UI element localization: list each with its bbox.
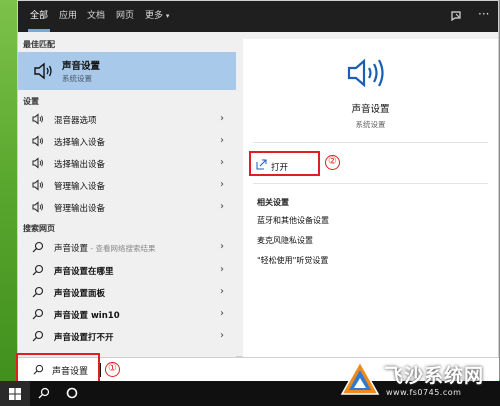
chevron-right-icon[interactable]: ›	[220, 286, 224, 297]
speaker-icon	[32, 201, 43, 213]
settings-item[interactable]: 选择输入设备 ›	[18, 131, 236, 152]
chevron-right-icon[interactable]: ›	[220, 308, 224, 319]
divider	[253, 183, 488, 184]
related-link-ease-of-access-hearing[interactable]: "轻松使用"听觉设置	[257, 255, 328, 266]
web-result-label: 声音设置面板	[54, 289, 106, 299]
web-result-query: 声音设置	[54, 244, 89, 254]
tab-more[interactable]: 更多 ▾	[145, 1, 169, 32]
watermark-text: 飞沙系统网	[384, 365, 485, 387]
annotation-box-search	[16, 353, 100, 384]
related-settings-heading: 相关设置	[257, 198, 289, 207]
preview-title: 声音设置	[351, 104, 390, 115]
chevron-right-icon[interactable]: ›	[220, 330, 224, 341]
annotation-number-2: ②	[325, 155, 340, 170]
search-panel: 全部 应用 文档 网页 更多 ▾ ··· 最佳匹配 声音设置 系统设置 设置 混…	[17, 0, 499, 357]
best-match-item[interactable]: 声音设置 系统设置	[18, 52, 236, 90]
speaker-icon	[32, 157, 43, 169]
settings-heading: 设置	[23, 97, 39, 106]
best-match-heading: 最佳匹配	[23, 40, 55, 49]
search-icon	[32, 308, 44, 320]
preview-pane: 声音设置 系统设置 打开 相关设置 蓝牙和其他设备设置 麦克风隐私设置 "轻松使…	[243, 39, 498, 357]
divider	[253, 142, 488, 143]
chevron-right-icon[interactable]: ›	[220, 241, 224, 252]
web-result-label: 声音设置 win10	[54, 311, 120, 321]
speaker-icon	[32, 179, 43, 191]
web-result-label: 声音设置 - 查看网络搜索结果	[54, 242, 156, 254]
taskbar-search-button[interactable]	[30, 381, 58, 406]
web-result-hint: - 查看网络搜索结果	[88, 244, 156, 253]
speaker-icon	[32, 135, 43, 147]
speaker-icon	[32, 113, 43, 125]
settings-item-label: 管理输出设备	[54, 204, 106, 214]
chevron-right-icon[interactable]: ›	[220, 113, 224, 124]
chevron-right-icon[interactable]: ›	[220, 157, 224, 168]
annotation-number-1: ①	[105, 362, 120, 377]
web-search-heading: 搜索网页	[23, 224, 55, 233]
speaker-icon	[34, 62, 52, 80]
settings-item-label: 混音器选项	[54, 116, 97, 126]
tab-web[interactable]: 网页	[116, 1, 134, 32]
web-result-item[interactable]: 声音设置 win10 ›	[18, 304, 236, 325]
search-icon	[32, 241, 44, 253]
tab-apps[interactable]: 应用	[59, 1, 77, 32]
cortana-button[interactable]	[58, 381, 86, 406]
speaker-icon	[347, 58, 384, 88]
watermark-logo-icon	[340, 360, 380, 395]
feedback-icon[interactable]	[449, 9, 463, 23]
tab-all[interactable]: 全部	[27, 1, 51, 32]
more-options-icon[interactable]: ···	[478, 7, 492, 21]
chevron-down-icon: ▾	[165, 12, 170, 20]
chevron-right-icon[interactable]: ›	[220, 135, 224, 146]
cortana-ring-icon	[66, 387, 78, 399]
results-list: 最佳匹配 声音设置 系统设置 设置 混音器选项 › 选择输入设备 › 选择输出设…	[18, 32, 236, 357]
tab-more-label: 更多	[145, 11, 164, 21]
watermark-url: www.fs0745.com	[386, 388, 462, 397]
start-button[interactable]	[0, 381, 30, 406]
chevron-right-icon[interactable]: ›	[220, 264, 224, 275]
web-result-item[interactable]: 声音设置面板 ›	[18, 282, 236, 303]
related-link-microphone-privacy[interactable]: 麦克风隐私设置	[257, 235, 313, 246]
preview-subtitle: 系统设置	[355, 120, 386, 129]
web-result-item[interactable]: 声音设置在哪里 ›	[18, 260, 236, 281]
settings-item[interactable]: 混音器选项 ›	[18, 109, 236, 130]
text-caret	[100, 363, 101, 377]
windows-logo-icon	[9, 388, 21, 400]
web-result-label: 声音设置打不开	[54, 333, 114, 343]
settings-item-label: 管理输入设备	[54, 182, 106, 192]
search-icon	[32, 264, 44, 276]
settings-item-label: 选择输入设备	[54, 138, 106, 148]
best-match-subtitle: 系统设置	[62, 74, 92, 83]
related-link-bluetooth[interactable]: 蓝牙和其他设备设置	[257, 215, 329, 226]
web-result-label: 声音设置在哪里	[54, 267, 114, 277]
chevron-right-icon[interactable]: ›	[220, 179, 224, 190]
web-result-item[interactable]: 声音设置 - 查看网络搜索结果 ›	[18, 237, 236, 258]
search-tabs-bar: 全部 应用 文档 网页 更多 ▾ ···	[18, 1, 498, 32]
annotation-box-open	[249, 151, 320, 176]
settings-item[interactable]: 管理输出设备 ›	[18, 197, 236, 218]
chevron-right-icon[interactable]: ›	[220, 201, 224, 212]
tab-documents[interactable]: 文档	[87, 1, 105, 32]
search-icon	[38, 387, 50, 399]
settings-item-label: 选择输出设备	[54, 160, 106, 170]
web-result-item[interactable]: 声音设置打不开 ›	[18, 326, 236, 347]
best-match-title: 声音设置	[62, 61, 101, 72]
settings-item[interactable]: 管理输入设备 ›	[18, 175, 236, 196]
search-icon	[32, 330, 44, 342]
search-icon	[32, 286, 44, 298]
settings-item[interactable]: 选择输出设备 ›	[18, 153, 236, 174]
